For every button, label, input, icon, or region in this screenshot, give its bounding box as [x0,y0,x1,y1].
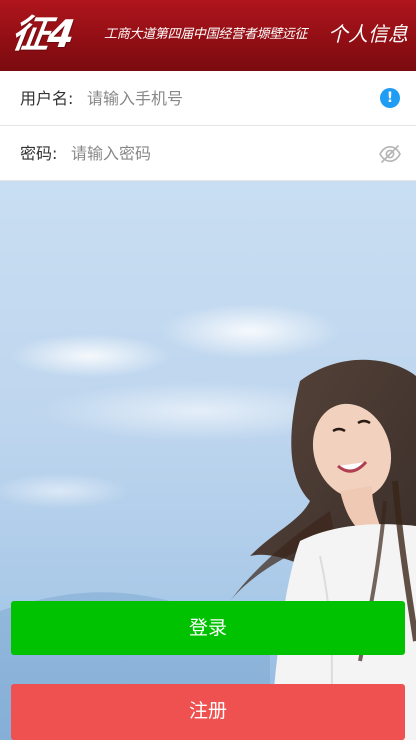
app-logo: 征4 [8,12,76,56]
login-button[interactable]: 登录 [11,601,405,655]
info-icon[interactable]: ! [380,88,400,108]
username-label: 用户名: [20,89,74,108]
app-header: 征4 工商大道第四届中国经营者塬壁远征 个人信息 [0,0,416,71]
hero-background-image [0,181,416,740]
login-form: 用户名: ! 密码: [0,71,416,181]
header-slogan: 工商大道第四届中国经营者塬壁远征 [104,27,308,42]
password-row: 密码: [0,126,416,181]
username-input[interactable] [87,81,367,116]
hero-illustration [0,303,416,740]
username-row: 用户名: ! [0,71,416,126]
register-button[interactable]: 注册 [11,684,405,740]
profile-link[interactable]: 个人信息 [328,20,408,48]
password-label: 密码: [20,144,58,163]
password-input[interactable] [71,136,361,171]
eye-off-icon[interactable] [378,142,402,166]
